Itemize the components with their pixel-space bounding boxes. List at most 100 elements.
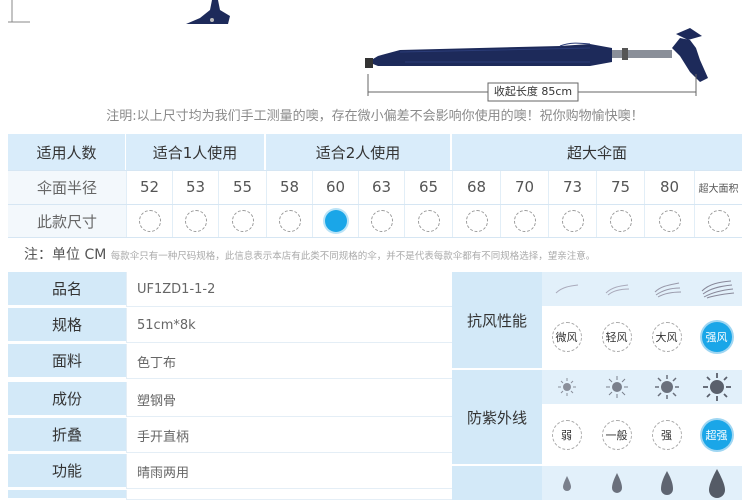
measurement-note: 注明:以上尺寸均为我们手工测量的噢，存在微小偏差不会影响你使用的噢！祝你购物愉快… [106,109,644,124]
spec-table: 品名 UF1ZD1-1-2 规格 51cm*8k 面料 色丁布 成份 塑钢骨 折… [8,272,742,500]
radius-cell: 63 [358,170,404,204]
spec-label: 折叠 [8,418,126,453]
radius-cell: 70 [500,170,548,204]
spec-label [8,490,126,500]
size-circle-icon [465,210,488,232]
wind-strong-icon [642,272,691,306]
divider [8,170,742,171]
raindrop-small-icon [542,466,591,500]
size-option [500,204,548,238]
spec-value: 塑钢骨 [126,382,456,417]
folded-length-label: 收起长度 85cm [493,85,573,98]
size-circle-icon [658,210,681,232]
uv-level: 弱 [542,406,591,464]
uv-icon-row [542,370,742,404]
wind-level-badge: 大风 [651,322,682,352]
uv-protection-label: 防紫外线 [452,370,542,466]
radius-cell: 65 [404,170,452,204]
wind-gale-icon [692,272,741,306]
uv-levels: 弱 一般 强 超强 [542,370,742,464]
umbrella-illustration [8,0,708,102]
radius-cell: 53 [172,170,218,204]
uv-level-badge-selected: 超强 [701,420,732,450]
uv-level-badge: 弱 [551,420,582,450]
radius-cell: 73 [548,170,596,204]
wind-icon-row [542,272,742,306]
raindrop-large-icon [642,466,691,500]
wind-level-badge-selected: 强风 [701,322,732,352]
size-option [694,204,742,238]
rain-icon-row [542,466,742,500]
radius-cell: 80 [644,170,694,204]
size-option [452,204,500,238]
uv-level: 一般 [592,406,641,464]
wind-level: 大风 [642,308,691,366]
spec-value: 色丁布 [126,344,456,379]
group-header-2-person: 适合2人使用 [266,134,452,170]
selected-size-circle-icon [324,210,347,232]
wind-light-icon [542,272,591,306]
raindrop-xlarge-icon [692,466,741,500]
row-label-radius: 伞面半径 [8,170,126,204]
size-option-selected [312,204,358,238]
size-option [358,204,404,238]
size-circle-icon [609,210,632,232]
size-option [266,204,312,238]
row-label-people: 适用人数 [8,134,126,170]
sun-strong-icon [642,370,691,404]
row-label-this-size: 此款尺寸 [8,204,126,238]
unit-note-detail: 每款伞只有一种尺码规格，此信息表示本店有此类不同规格的伞，并不是代表每款伞都有不… [110,251,596,262]
spec-value [126,490,456,500]
group-header-1-person: 适合1人使用 [126,134,266,170]
spec-label: 品名 [8,272,126,307]
wind-level-selected: 强风 [692,308,741,366]
size-circle-icon [513,210,536,232]
size-table: 适用人数 伞面半径 此款尺寸 适合1人使用 适合2人使用 超大伞面 52 53 … [8,134,742,238]
radius-cell: 超大面积 [694,170,742,204]
spec-label: 功能 [8,454,126,489]
spec-label: 面料 [8,344,126,379]
size-option [218,204,266,238]
wind-resistance-label: 抗风性能 [452,272,542,370]
size-option [596,204,644,238]
spec-label: 规格 [8,308,126,343]
spec-value: 晴雨两用 [126,454,456,489]
radius-cell: 75 [596,170,644,204]
size-option [126,204,172,238]
wind-level: 微风 [542,308,591,366]
spec-value: UF1ZD1-1-2 [126,272,456,307]
radius-cell: 60 [312,170,358,204]
divider [8,237,742,238]
wind-levels: 微风 轻风 大风 强风 [542,272,742,368]
size-circle-icon [278,210,301,232]
size-option [172,204,218,238]
sun-extreme-icon [692,370,741,404]
uv-level: 强 [642,406,691,464]
wind-level-badge: 轻风 [601,322,632,352]
size-circle-icon [417,210,440,232]
uv-level-selected: 超强 [692,406,741,464]
size-circle-icon [370,210,393,232]
uv-level-badge: 一般 [601,420,632,450]
size-option [548,204,596,238]
wind-moderate-icon [592,272,641,306]
radius-cell: 58 [266,170,312,204]
spec-value: 51cm*8k [126,308,456,343]
size-circle-icon [231,210,254,232]
size-option [404,204,452,238]
sun-normal-icon [592,370,641,404]
size-circle-icon [707,210,730,232]
product-image-area: 收起长度 85cm [0,0,750,104]
size-circle-icon [184,210,207,232]
sun-weak-icon [542,370,591,404]
wind-level: 轻风 [592,308,641,366]
size-circle-icon [561,210,584,232]
divider [8,204,742,205]
group-header-large: 超大伞面 [452,134,742,170]
radius-cell: 68 [452,170,500,204]
size-option [644,204,694,238]
size-circle-icon [138,210,161,232]
unit-note: 注：单位 CM 每款伞只有一种尺码规格，此信息表示本店有此类不同规格的伞，并不是… [24,243,595,267]
spec-value: 手开直柄 [126,418,456,453]
raindrop-medium-icon [592,466,641,500]
